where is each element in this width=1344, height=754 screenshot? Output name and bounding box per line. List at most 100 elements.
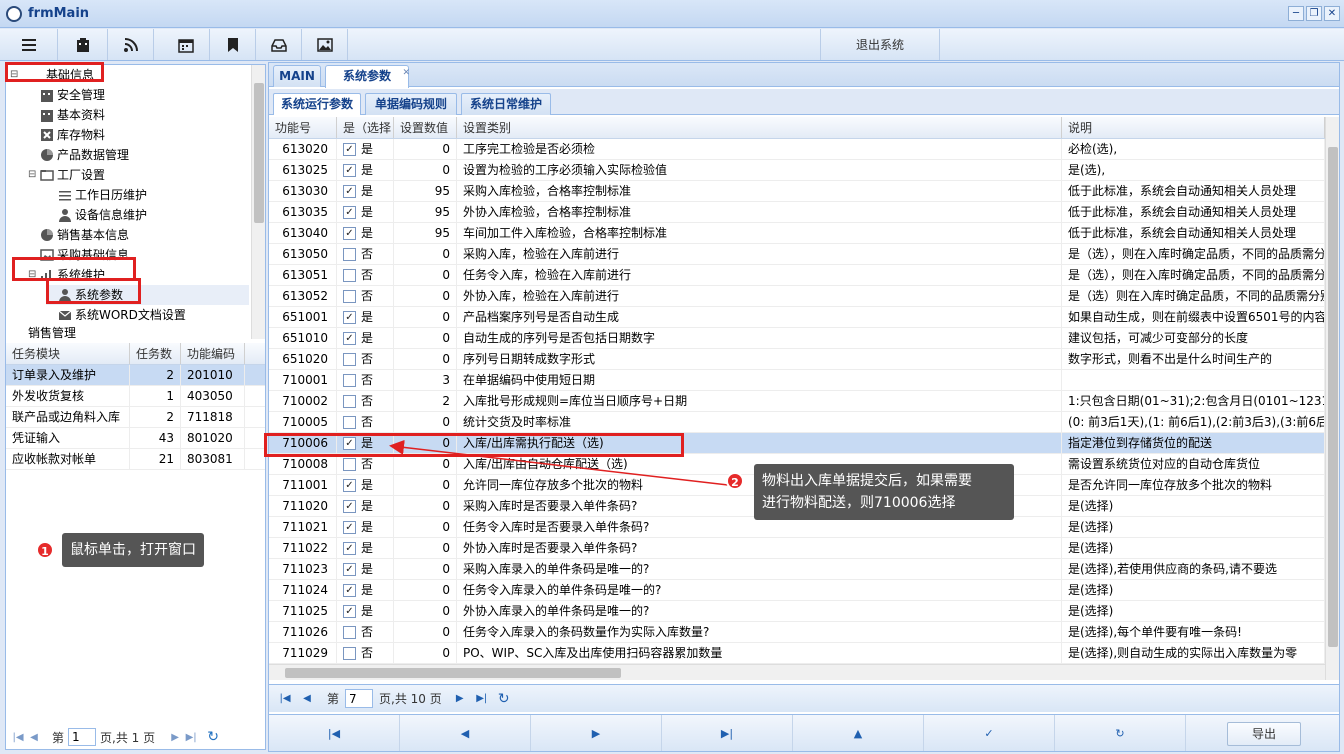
param-value[interactable]: 0: [394, 559, 457, 579]
param-row[interactable]: 711023 ✓ 是 0 采购入库录入的单件条码是唯一的? 是(选择),若使用供应商的条码…: [269, 559, 1339, 580]
page-number-input[interactable]: [345, 689, 374, 708]
exit-system-button[interactable]: 退出系统: [820, 29, 940, 60]
calendar-button[interactable]: [162, 29, 210, 60]
param-value[interactable]: 2: [394, 391, 457, 411]
param-value[interactable]: 0: [394, 307, 457, 327]
refresh-icon[interactable]: ↻: [205, 729, 221, 745]
building-button[interactable]: [58, 29, 108, 60]
menu-button[interactable]: [0, 29, 58, 60]
param-row[interactable]: 613020 ✓ 是 0 工序完工检验是否必须检 必检(选),: [269, 139, 1339, 160]
collapse-icon[interactable]: ⊟: [10, 65, 22, 85]
tab-code-rules[interactable]: 单据编码规则: [365, 93, 457, 115]
param-value[interactable]: 95: [394, 181, 457, 201]
param-row[interactable]: 613025 ✓ 是 0 设置为检验的工序必须输入实际检验值 是(选),: [269, 160, 1339, 181]
tree-node-sales-info[interactable]: 销售基本信息: [40, 225, 129, 245]
param-value[interactable]: 0: [394, 538, 457, 558]
param-row[interactable]: 710001 否 3 在单据编码中使用短日期: [269, 370, 1339, 391]
param-row[interactable]: 711029 否 0 PO、WIP、SC入库及出库使用扫码容器累加数量 是(选择),则自…: [269, 643, 1339, 664]
last-page-icon[interactable]: ▶|: [183, 729, 199, 745]
column-header-code[interactable]: 功能编码: [181, 343, 245, 364]
grid-horizontal-scrollbar[interactable]: [269, 664, 1325, 680]
param-row[interactable]: 613040 ✓ 是 95 车间加工件入库检验，合格率控制标准 低于此标准，系统会自动通知…: [269, 223, 1339, 244]
task-row[interactable]: 联产品或边角料入库 2 711818: [6, 407, 265, 428]
param-checkbox[interactable]: ✓: [343, 226, 356, 240]
tree-node-inventory[interactable]: 库存物料: [40, 125, 105, 145]
param-checkbox[interactable]: [343, 373, 356, 387]
param-value[interactable]: 0: [394, 328, 457, 348]
tree-node-basic-info[interactable]: ⊟ 基础信息: [10, 65, 94, 85]
param-row[interactable]: 711026 否 0 任务令入库录入的条码数量作为实际入库数量? 是(选择),每个单件要…: [269, 622, 1339, 643]
tab-system-params[interactable]: 系统参数 ✕: [325, 63, 410, 88]
param-row[interactable]: 710005 否 0 统计交货及时率标准 (0: 前3后1天),(1: 前6后1),(2…: [269, 412, 1339, 433]
param-value[interactable]: 95: [394, 202, 457, 222]
param-checkbox[interactable]: [343, 457, 356, 471]
param-value[interactable]: 0: [394, 622, 457, 642]
param-value[interactable]: 0: [394, 139, 457, 159]
next-page-icon[interactable]: ▶: [452, 691, 468, 707]
param-checkbox[interactable]: [343, 289, 356, 303]
tree-node-sales-management[interactable]: 销售管理: [28, 323, 76, 339]
param-checkbox[interactable]: ✓: [343, 142, 356, 156]
param-checkbox[interactable]: [343, 646, 356, 660]
tab-main[interactable]: MAIN: [273, 65, 321, 87]
task-row[interactable]: 订单录入及维护 2 201010: [6, 365, 265, 386]
param-checkbox[interactable]: ✓: [343, 184, 356, 198]
param-checkbox[interactable]: ✓: [343, 163, 356, 177]
param-checkbox[interactable]: ✓: [343, 499, 356, 513]
column-header-count[interactable]: 任务数: [130, 343, 181, 364]
param-row[interactable]: 613051 否 0 任务令入库，检验在入库前进行 是（选），则在入库时确定品质，不同的…: [269, 265, 1339, 286]
param-checkbox[interactable]: ✓: [343, 604, 356, 618]
param-row[interactable]: 710002 否 2 入库批号形成规则=库位当日顺序号+日期 1:只包含日期(01~31…: [269, 391, 1339, 412]
param-row[interactable]: 651001 ✓ 是 0 产品档案序列号是否自动生成 如果自动生成，则在前缀表中设置650…: [269, 307, 1339, 328]
param-checkbox[interactable]: [343, 352, 356, 366]
param-checkbox[interactable]: [343, 268, 356, 282]
tree-node-basic-data[interactable]: 基本资料: [40, 105, 105, 125]
param-value[interactable]: 0: [394, 580, 457, 600]
param-value[interactable]: 0: [394, 244, 457, 264]
param-row[interactable]: 711022 ✓ 是 0 外协入库时是否要录入单件条码? 是(选择): [269, 538, 1339, 559]
param-checkbox[interactable]: ✓: [343, 436, 356, 450]
param-checkbox[interactable]: ✓: [343, 310, 356, 324]
column-header-yesno[interactable]: 是（选择: [337, 117, 394, 138]
page-number-input[interactable]: [68, 728, 97, 746]
tab-daily-maintenance[interactable]: 系统日常维护: [461, 93, 551, 115]
close-window-button[interactable]: ✕: [1324, 6, 1340, 21]
param-value[interactable]: 0: [394, 160, 457, 180]
nav-prev-button[interactable]: ◀: [400, 715, 531, 751]
prev-page-icon[interactable]: ◀: [26, 729, 42, 745]
param-checkbox[interactable]: ✓: [343, 478, 356, 492]
param-value[interactable]: 3: [394, 370, 457, 390]
param-checkbox[interactable]: ✓: [343, 583, 356, 597]
param-row[interactable]: 710006 ✓ 是 0 入库/出库需执行配送（选) 指定港位到存储货位的配送: [269, 433, 1339, 454]
param-value[interactable]: 0: [394, 265, 457, 285]
nav-first-button[interactable]: |◀: [269, 715, 400, 751]
tree-node-security[interactable]: 安全管理: [40, 85, 105, 105]
nav-last-button[interactable]: ▶|: [662, 715, 793, 751]
collapse-icon[interactable]: ⊟: [28, 165, 40, 185]
tree-node-word-doc[interactable]: 系统WORD文档设置: [58, 305, 186, 325]
task-row[interactable]: 外发收货复核 1 403050: [6, 386, 265, 407]
close-tab-icon[interactable]: ✕: [402, 63, 410, 83]
next-page-icon[interactable]: ▶: [167, 729, 183, 745]
image-button[interactable]: [302, 29, 348, 60]
param-checkbox[interactable]: ✓: [343, 541, 356, 555]
param-row[interactable]: 651020 否 0 序列号日期转成数字形式 数字形式，则看不出是什么时间生产的: [269, 349, 1339, 370]
param-value[interactable]: 0: [394, 517, 457, 537]
param-value[interactable]: 0: [394, 454, 457, 474]
task-row[interactable]: 凭证输入 43 801020: [6, 428, 265, 449]
tree-node-system-params[interactable]: 系统参数: [46, 285, 249, 305]
first-page-icon[interactable]: |◀: [277, 691, 293, 707]
nav-up-button[interactable]: ▲: [793, 715, 924, 751]
minimize-button[interactable]: ─: [1288, 6, 1304, 21]
tree-node-factory[interactable]: ⊟ 工厂设置: [28, 165, 105, 185]
export-button[interactable]: 导出: [1227, 722, 1301, 746]
param-value[interactable]: 0: [394, 475, 457, 495]
param-checkbox[interactable]: [343, 394, 356, 408]
param-row[interactable]: 613050 否 0 采购入库，检验在入库前进行 是（选），则在入库时确定品质，不同的品…: [269, 244, 1339, 265]
tab-runtime-params[interactable]: 系统运行参数: [273, 93, 361, 115]
param-value[interactable]: 0: [394, 286, 457, 306]
param-checkbox[interactable]: [343, 247, 356, 261]
column-header-module[interactable]: 任务模块: [6, 343, 130, 364]
param-checkbox[interactable]: ✓: [343, 331, 356, 345]
bookmark-button[interactable]: [210, 29, 256, 60]
